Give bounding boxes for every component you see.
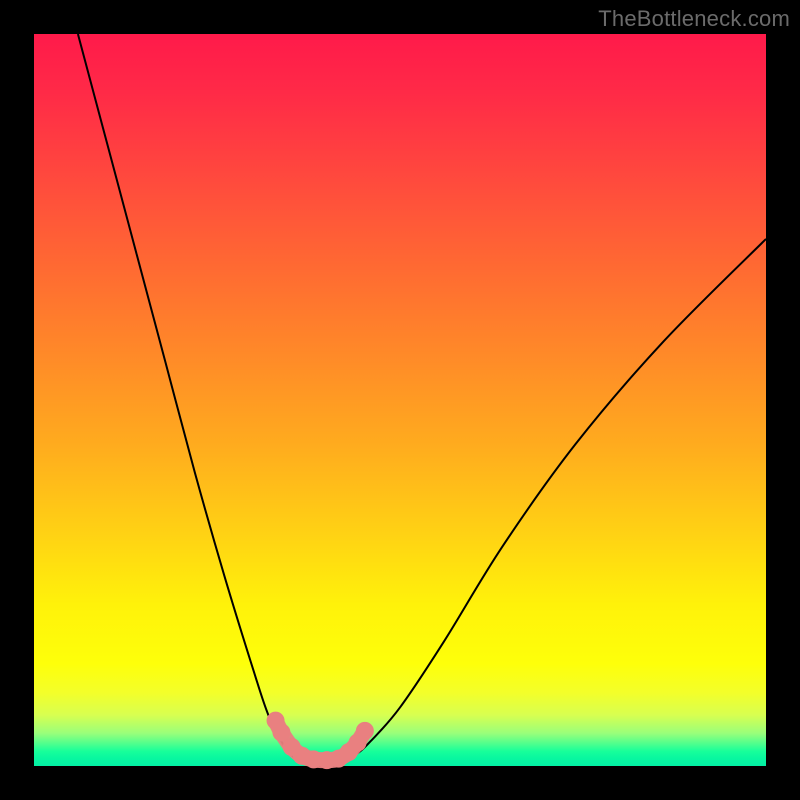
series-left-curve: [78, 34, 305, 762]
watermark-text: TheBottleneck.com: [598, 6, 790, 32]
curve-paths: [78, 34, 766, 763]
series-right-curve: [341, 239, 766, 762]
marker-dot: [272, 723, 290, 741]
plot-area: [34, 34, 766, 766]
chart-frame: TheBottleneck.com: [0, 0, 800, 800]
marker-dots: [267, 712, 374, 770]
curve-svg: [34, 34, 766, 766]
marker-dot: [356, 722, 374, 740]
